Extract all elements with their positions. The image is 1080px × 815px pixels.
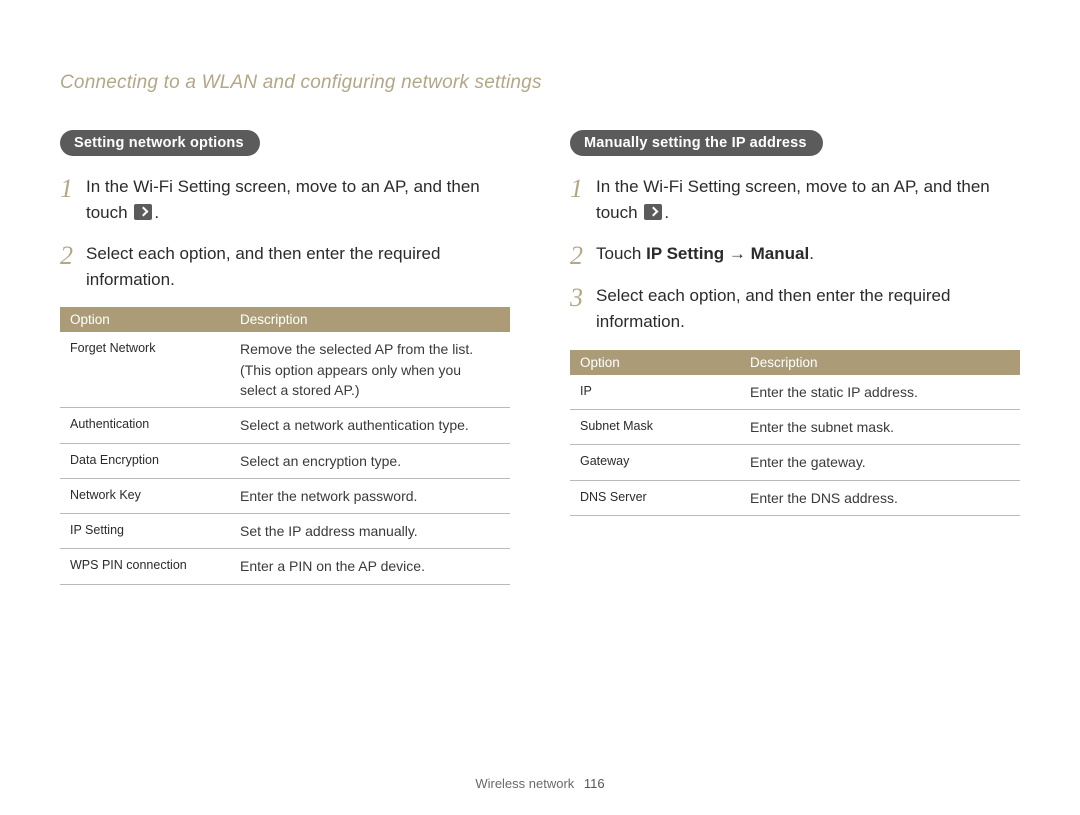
- manual-page: Connecting to a WLAN and configuring net…: [0, 0, 1080, 815]
- table-row: Subnet MaskEnter the subnet mask.: [570, 409, 1020, 444]
- table-row: Forget NetworkRemove the selected AP fro…: [60, 332, 510, 407]
- step-number: 3: [570, 283, 596, 311]
- step: 2 Select each option, and then enter the…: [60, 241, 510, 294]
- table-row: WPS PIN connectionEnter a PIN on the AP …: [60, 549, 510, 584]
- step-text-part: →: [724, 244, 750, 263]
- cell: IP Setting: [60, 514, 230, 549]
- step-text: Select each option, and then enter the r…: [596, 283, 1020, 336]
- step-text-bold: IP Setting: [646, 244, 724, 263]
- table-row: GatewayEnter the gateway.: [570, 445, 1020, 480]
- section-heading-left: Setting network options: [60, 130, 260, 156]
- chevron-right-icon: [134, 204, 152, 220]
- step-number: 1: [570, 174, 596, 202]
- footer-section: Wireless network: [475, 776, 574, 791]
- step: 1 In the Wi-Fi Setting screen, move to a…: [60, 174, 510, 227]
- section-heading-right: Manually setting the IP address: [570, 130, 823, 156]
- right-steps: 1 In the Wi-Fi Setting screen, move to a…: [570, 174, 1020, 336]
- left-column: Setting network options 1 In the Wi-Fi S…: [60, 130, 510, 585]
- cell: Enter the network password.: [230, 478, 510, 513]
- step-text-part: Touch: [596, 244, 646, 263]
- table-header: Description: [230, 307, 510, 332]
- table-header: Option: [570, 350, 740, 375]
- table-header: Description: [740, 350, 1020, 375]
- step-number: 2: [60, 241, 86, 269]
- chevron-right-icon: [644, 204, 662, 220]
- cell: Forget Network: [60, 332, 230, 407]
- left-steps: 1 In the Wi-Fi Setting screen, move to a…: [60, 174, 510, 293]
- step-text-part: .: [664, 203, 669, 222]
- table-row: AuthenticationSelect a network authentic…: [60, 408, 510, 443]
- step-number: 1: [60, 174, 86, 202]
- cell: Enter the static IP address.: [740, 375, 1020, 410]
- page-number: 116: [584, 776, 605, 791]
- cell: DNS Server: [570, 480, 740, 515]
- step: 1 In the Wi-Fi Setting screen, move to a…: [570, 174, 1020, 227]
- cell: Select a network authentication type.: [230, 408, 510, 443]
- cell: Enter the gateway.: [740, 445, 1020, 480]
- cell: Enter a PIN on the AP device.: [230, 549, 510, 584]
- step-text: In the Wi-Fi Setting screen, move to an …: [86, 174, 510, 227]
- table-row: IPEnter the static IP address.: [570, 375, 1020, 410]
- table-row: IP SettingSet the IP address manually.: [60, 514, 510, 549]
- step-text-bold: Manual: [751, 244, 810, 263]
- cell: Enter the subnet mask.: [740, 409, 1020, 444]
- table-row: Network KeyEnter the network password.: [60, 478, 510, 513]
- table-row: Data EncryptionSelect an encryption type…: [60, 443, 510, 478]
- cell: Data Encryption: [60, 443, 230, 478]
- cell: Authentication: [60, 408, 230, 443]
- table-row: DNS ServerEnter the DNS address.: [570, 480, 1020, 515]
- breadcrumb: Connecting to a WLAN and configuring net…: [60, 72, 1020, 94]
- columns: Setting network options 1 In the Wi-Fi S…: [60, 130, 1020, 585]
- cell: WPS PIN connection: [60, 549, 230, 584]
- table-header: Option: [60, 307, 230, 332]
- step-text: Select each option, and then enter the r…: [86, 241, 510, 294]
- cell: Subnet Mask: [570, 409, 740, 444]
- step-text-part: .: [809, 244, 814, 263]
- step-text-part: .: [154, 203, 159, 222]
- step: 3 Select each option, and then enter the…: [570, 283, 1020, 336]
- step-text: In the Wi-Fi Setting screen, move to an …: [596, 174, 1020, 227]
- options-table-right: Option Description IPEnter the static IP…: [570, 350, 1020, 516]
- cell: Enter the DNS address.: [740, 480, 1020, 515]
- step-text: Touch IP Setting → Manual.: [596, 241, 814, 267]
- cell: IP: [570, 375, 740, 410]
- options-table-left: Option Description Forget NetworkRemove …: [60, 307, 510, 584]
- cell: Network Key: [60, 478, 230, 513]
- step: 2 Touch IP Setting → Manual.: [570, 241, 1020, 269]
- cell: Set the IP address manually.: [230, 514, 510, 549]
- page-footer: Wireless network 116: [0, 776, 1080, 791]
- cell: Remove the selected AP from the list. (T…: [230, 332, 510, 407]
- cell: Gateway: [570, 445, 740, 480]
- step-number: 2: [570, 241, 596, 269]
- right-column: Manually setting the IP address 1 In the…: [570, 130, 1020, 585]
- cell: Select an encryption type.: [230, 443, 510, 478]
